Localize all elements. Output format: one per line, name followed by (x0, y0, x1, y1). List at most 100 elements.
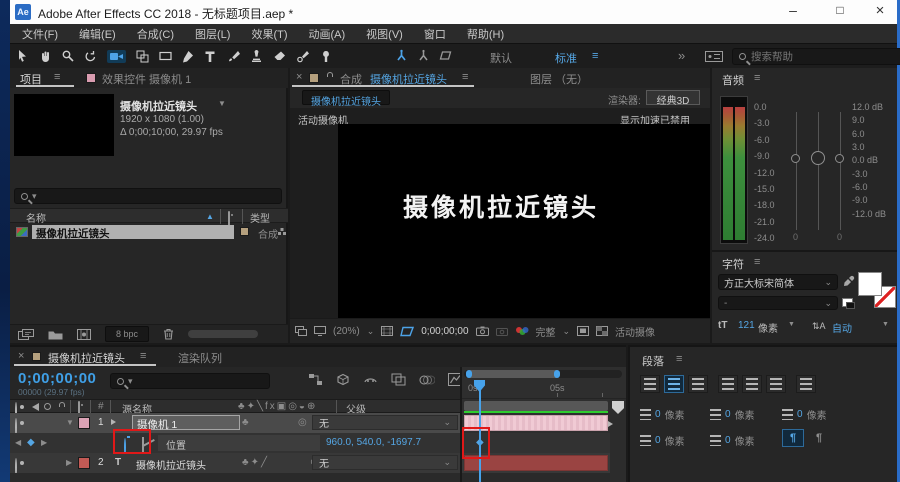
layer2-expand-icon[interactable]: ▶ (66, 458, 72, 467)
indent-left-value[interactable]: 0 (655, 409, 661, 420)
leading-dropdown-arrow[interactable]: ▼ (882, 321, 889, 328)
minimize-button[interactable]: – (775, 2, 811, 18)
rectangle-tool[interactable] (159, 50, 172, 62)
comp-marker-bin-icon[interactable] (612, 401, 624, 414)
character-panel-menu-icon[interactable]: ≡ (754, 256, 760, 268)
font-style-select[interactable]: - ⌄ (718, 296, 838, 310)
work-area-bar[interactable] (464, 401, 608, 411)
pan-behind-tool[interactable] (136, 50, 149, 63)
menu-item-layer[interactable]: 图层(L) (195, 26, 230, 42)
switches-column-icons[interactable]: ♣✦╲fx▣◎◒⊕ (238, 401, 317, 412)
layer-number-column[interactable]: # (98, 401, 104, 412)
menu-item-animation[interactable]: 动画(A) (309, 26, 346, 42)
brush-tool[interactable] (226, 50, 240, 63)
composition-tab-menu-icon[interactable]: ≡ (462, 71, 468, 83)
justify-last-center-button[interactable] (742, 375, 762, 393)
project-item-label-swatch[interactable] (240, 227, 249, 236)
layer2-name[interactable]: 摄像机拉近镜头 (136, 457, 206, 472)
show-snapshot-icon[interactable] (495, 327, 508, 336)
puppet-pin-tool[interactable] (320, 50, 332, 63)
layer2-label-swatch[interactable] (78, 457, 90, 469)
zoom-tool[interactable] (62, 50, 74, 62)
font-size-dropdown-arrow[interactable]: ▼ (788, 321, 795, 328)
project-col-name[interactable]: 名称 (26, 210, 46, 225)
eyedropper-icon[interactable] (843, 275, 855, 289)
tab-effect-controls[interactable]: 效果控件 摄像机 1 (102, 71, 191, 87)
help-search-box[interactable] (732, 48, 900, 65)
grid-guides-icon[interactable] (381, 326, 394, 336)
always-preview-icon[interactable] (295, 326, 307, 336)
default-fill-stroke-swatch[interactable] (842, 298, 855, 309)
menu-item-view[interactable]: 视图(V) (366, 26, 403, 42)
align-center-button[interactable] (664, 375, 684, 393)
close-button[interactable]: × (862, 2, 898, 19)
project-comp-name-arrow[interactable]: ▼ (218, 99, 226, 108)
slider-track-right[interactable] (840, 112, 841, 230)
audio-column-icon[interactable] (32, 403, 39, 411)
fill-color-swatch[interactable] (858, 272, 882, 296)
mask-visibility-icon[interactable] (400, 326, 415, 337)
composition-canvas[interactable]: 摄像机拉近镜头 (338, 124, 710, 318)
interpret-footage-icon[interactable] (18, 328, 34, 340)
color-depth-button[interactable]: 8 bpc (105, 326, 150, 342)
workspace-default[interactable]: 默认 (490, 50, 512, 66)
menu-item-edit[interactable]: 编辑(E) (79, 26, 116, 42)
direction-ltr-button[interactable]: ¶ (782, 429, 804, 447)
channel-rgb-icon[interactable] (515, 326, 529, 336)
layer2-switches[interactable]: ♣✦╱ (242, 457, 269, 468)
composition-mini-flowchart-icon[interactable] (308, 373, 323, 386)
menu-item-window[interactable]: 窗口 (424, 26, 446, 42)
project-footer-scrollbar[interactable] (188, 330, 259, 338)
space-before-value[interactable]: 0 (655, 435, 661, 446)
timeline-search-box[interactable]: ▾ (110, 373, 270, 389)
space-after-value[interactable]: 0 (725, 435, 731, 446)
slider-knob-right[interactable] (835, 154, 844, 163)
help-search-input[interactable] (751, 50, 881, 63)
property-row-position[interactable]: ◀ ◆ ▶ 位置 960.0, 540.0, -1697.7 (10, 433, 462, 457)
layer1-parent-dropdown[interactable]: 无 ⌄ (312, 415, 458, 430)
motion-blur-icon[interactable] (419, 374, 435, 386)
eraser-tool[interactable] (273, 50, 286, 62)
clone-stamp-tool[interactable] (250, 49, 263, 63)
workspace-overflow[interactable]: » (678, 48, 685, 63)
frame-blending-icon[interactable] (391, 373, 406, 386)
font-size-value[interactable]: 121 (738, 320, 755, 331)
slider-knob-center[interactable] (811, 151, 825, 165)
tab-render-queue[interactable]: 渲染队列 (178, 350, 222, 366)
camera-tool[interactable] (107, 49, 126, 63)
roto-brush-tool[interactable] (296, 50, 310, 63)
timeline-tab-close-icon[interactable]: × (18, 350, 24, 362)
workspace-switcher-icon[interactable] (705, 51, 723, 62)
type-tool[interactable] (204, 50, 216, 63)
workspace-menu-icon[interactable]: ≡ (592, 50, 598, 62)
workspace-standard[interactable]: 标准 (555, 50, 577, 66)
property-value-position[interactable]: 960.0, 540.0, -1697.7 (326, 437, 421, 448)
justify-last-left-button[interactable] (718, 375, 738, 393)
magnification-dropdown[interactable]: (20%) (333, 326, 360, 337)
layer1-name[interactable]: 摄像机 1 (132, 415, 240, 431)
snapshot-icon[interactable] (475, 326, 489, 336)
direction-rtl-button[interactable]: ¶ (808, 429, 830, 447)
view-axis-mode[interactable] (439, 49, 453, 62)
world-axis-mode[interactable] (417, 49, 430, 62)
camera-view-dropdown[interactable]: 活动摄像 (615, 324, 655, 339)
menu-item-file[interactable]: 文件(F) (22, 26, 58, 42)
layer2-parent-dropdown[interactable]: 无 ⌄ (312, 455, 458, 470)
indent-right-value[interactable]: 0 (725, 409, 731, 420)
indent-first-line-value[interactable]: 0 (797, 409, 803, 420)
align-right-button[interactable] (688, 375, 708, 393)
timeline-timecode[interactable]: 0;00;00;00 (18, 370, 96, 387)
keyframe-prev-icon[interactable]: ◀ (15, 438, 21, 447)
project-col-type[interactable]: 类型 (250, 210, 270, 225)
layer-row-camera[interactable]: ▼ 1 摄像机 1 ♣ ◎ 无 ⌄ (10, 413, 462, 437)
project-item-name-selected[interactable]: 摄像机拉近镜头 (32, 225, 234, 239)
timeline-tab-menu-icon[interactable]: ≡ (140, 350, 146, 362)
draft-3d-icon[interactable] (336, 373, 350, 386)
new-folder-icon[interactable] (48, 329, 63, 340)
project-search-box[interactable]: ▾ (14, 188, 282, 204)
resolution-dropdown[interactable]: 完整 (536, 324, 556, 339)
menu-item-composition[interactable]: 合成(C) (137, 26, 174, 42)
maximize-button[interactable]: □ (822, 3, 858, 17)
justify-all-button[interactable] (796, 375, 816, 393)
preview-timecode[interactable]: 0;00;00;00 (421, 326, 468, 337)
